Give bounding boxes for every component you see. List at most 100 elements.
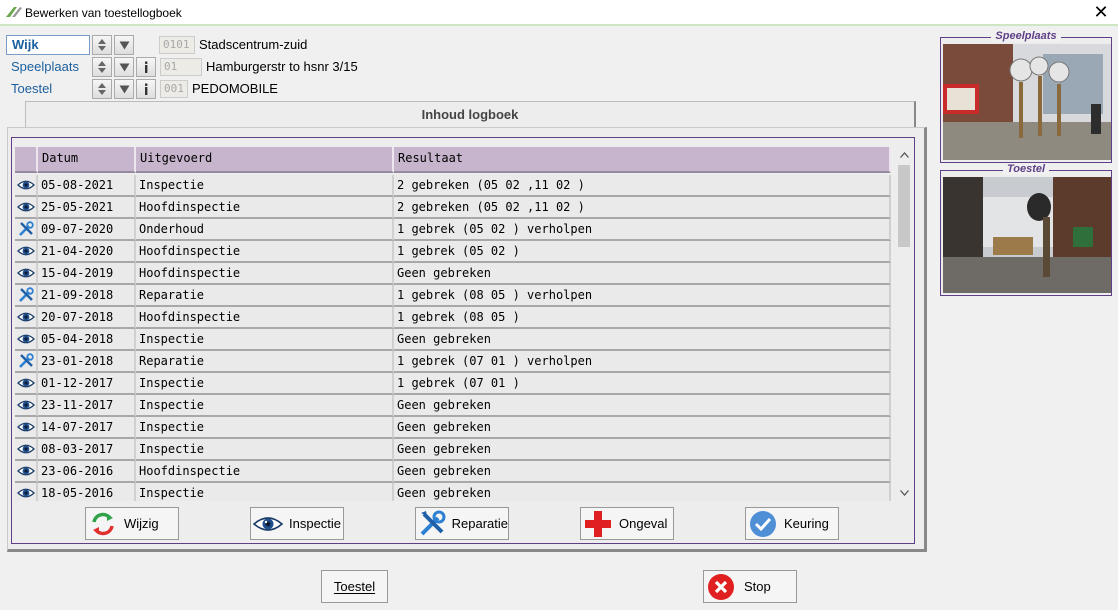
cell-datum: 15-04-2019 [38,263,136,285]
toestel-caption: Toestel [1002,163,1050,175]
wijk-code: 0101 [159,36,195,54]
keuring-button[interactable]: Keuring [745,507,839,540]
grid-rows: 05-08-2021 Inspectie 2 gebreken (05 02 ,… [15,175,891,501]
info-icon [145,83,148,95]
stop-button[interactable]: Stop [703,570,797,603]
cell-datum: 14-07-2017 [38,417,136,439]
cell-datum: 01-12-2017 [38,373,136,395]
inspectie-label: Inspectie [289,516,342,531]
ongeval-button[interactable]: Ongeval [580,507,674,540]
eye-icon [15,417,38,439]
scroll-thumb[interactable] [898,165,910,247]
table-row[interactable]: 09-07-2020 Onderhoud 1 gebrek (05 02 ) v… [15,219,891,241]
wijk-dropdown-button[interactable] [114,35,134,55]
scroll-down-icon[interactable] [896,485,912,501]
wijk-label[interactable]: Wijk [6,35,90,55]
cell-resultaat: 1 gebrek (07 01 ) [394,373,891,395]
cell-resultaat: 1 gebrek (08 05 ) verholpen [394,285,891,307]
table-row[interactable]: 20-07-2018 Hoofdinspectie 1 gebrek (08 0… [15,307,891,329]
eye-icon [15,373,38,395]
tools-icon [416,508,448,539]
cell-datum: 05-04-2018 [38,329,136,351]
cell-resultaat: Geen gebreken [394,483,891,501]
eye-icon [15,483,38,501]
tab-inhoud-logboek[interactable]: Inhoud logboek [25,101,916,128]
updown-arrows-icon [98,61,106,73]
cell-resultaat: 2 gebreken (05 02 ,11 02 ) [394,197,891,219]
table-row[interactable]: 14-07-2017 Inspectie Geen gebreken [15,417,891,439]
speelplaats-dropdown-button[interactable] [114,57,134,77]
table-row[interactable]: 23-11-2017 Inspectie Geen gebreken [15,395,891,417]
cell-uitgevoerd: Reparatie [136,285,394,307]
cell-resultaat: 1 gebrek (08 05 ) [394,307,891,329]
inspectie-button[interactable]: Inspectie [250,507,344,540]
speelplaats-code: 01 [160,58,202,76]
eye-icon [15,307,38,329]
refresh-icon [86,508,120,539]
tools-icon [15,351,38,373]
logbook-grid-frame: Datum Uitgevoerd Resultaat 05-08-2021 In… [11,137,915,544]
toestel-button-label: Toestel [333,579,376,594]
speelplaats-photo[interactable] [943,44,1111,160]
table-row[interactable]: 21-04-2020 Hoofdinspectie 1 gebrek (05 0… [15,241,891,263]
eye-icon [15,395,38,417]
eye-icon [15,263,38,285]
table-row[interactable]: 23-06-2016 Hoofdinspectie Geen gebreken [15,461,891,483]
updown-arrows-icon [98,39,106,51]
table-row[interactable]: 05-08-2021 Inspectie 2 gebreken (05 02 ,… [15,175,891,197]
wijzig-label: Wijzig [124,516,159,531]
cell-uitgevoerd: Hoofdinspectie [136,461,394,483]
table-row[interactable]: 01-12-2017 Inspectie 1 gebrek (07 01 ) [15,373,891,395]
speelplaats-label[interactable]: Speelplaats [6,57,90,77]
toestel-value: PEDOMOBILE [192,81,278,96]
table-row[interactable]: 18-05-2016 Inspectie Geen gebreken [15,483,891,501]
speelplaats-info-button[interactable] [136,57,156,77]
wijzig-button[interactable]: Wijzig [85,507,179,540]
grid-header: Datum Uitgevoerd Resultaat [15,147,891,173]
table-row[interactable]: 05-04-2018 Inspectie Geen gebreken [15,329,891,351]
eye-icon [15,461,38,483]
column-header-datum[interactable]: Datum [38,147,136,173]
cell-uitgevoerd: Hoofdinspectie [136,307,394,329]
toestel-info-button[interactable] [136,79,156,99]
check-circle-icon [746,508,780,539]
table-row[interactable]: 21-09-2018 Reparatie 1 gebrek (08 05 ) v… [15,285,891,307]
toestel-updown-button[interactable] [92,79,112,99]
toestel-photo-frame: Toestel [940,163,1112,296]
stop-button-label: Stop [744,579,771,594]
table-row[interactable]: 15-04-2019 Hoofdinspectie Geen gebreken [15,263,891,285]
reparatie-button[interactable]: Reparatie [415,507,509,540]
cell-resultaat: Geen gebreken [394,263,891,285]
cell-datum: 23-01-2018 [38,351,136,373]
scroll-up-icon[interactable] [896,147,912,163]
cell-uitgevoerd: Inspectie [136,329,394,351]
table-row[interactable]: 23-01-2018 Reparatie 1 gebrek (07 01 ) v… [15,351,891,373]
speelplaats-updown-button[interactable] [92,57,112,77]
cell-resultaat: 1 gebrek (05 02 ) [394,241,891,263]
toestel-button[interactable]: Toestel [321,570,388,603]
toestel-dropdown-button[interactable] [114,79,134,99]
column-header-resultaat[interactable]: Resultaat [394,147,891,173]
table-row[interactable]: 08-03-2017 Inspectie Geen gebreken [15,439,891,461]
cell-datum: 23-06-2016 [38,461,136,483]
chevron-down-icon [119,41,129,49]
toestel-photo[interactable] [943,177,1111,293]
eye-icon [15,241,38,263]
selector-row-wijk: Wijk 0101 Stadscentrum-zuid [6,35,606,55]
table-row[interactable]: 25-05-2021 Hoofdinspectie 2 gebreken (05… [15,197,891,219]
info-icon [145,61,148,73]
cell-uitgevoerd: Inspectie [136,175,394,197]
vertical-scrollbar[interactable] [896,147,912,501]
close-button[interactable]: ✕ [1084,0,1118,26]
column-header-uitgevoerd[interactable]: Uitgevoerd [136,147,394,173]
chevron-down-icon [119,63,129,71]
cell-datum: 25-05-2021 [38,197,136,219]
toestel-label[interactable]: Toestel [6,79,90,99]
cell-resultaat: 1 gebrek (07 01 ) verholpen [394,351,891,373]
tools-icon [15,219,38,241]
eye-icon [15,439,38,461]
cell-uitgevoerd: Inspectie [136,439,394,461]
cell-datum: 18-05-2016 [38,483,136,501]
wijk-updown-button[interactable] [92,35,112,55]
red-cross-icon [581,508,615,539]
